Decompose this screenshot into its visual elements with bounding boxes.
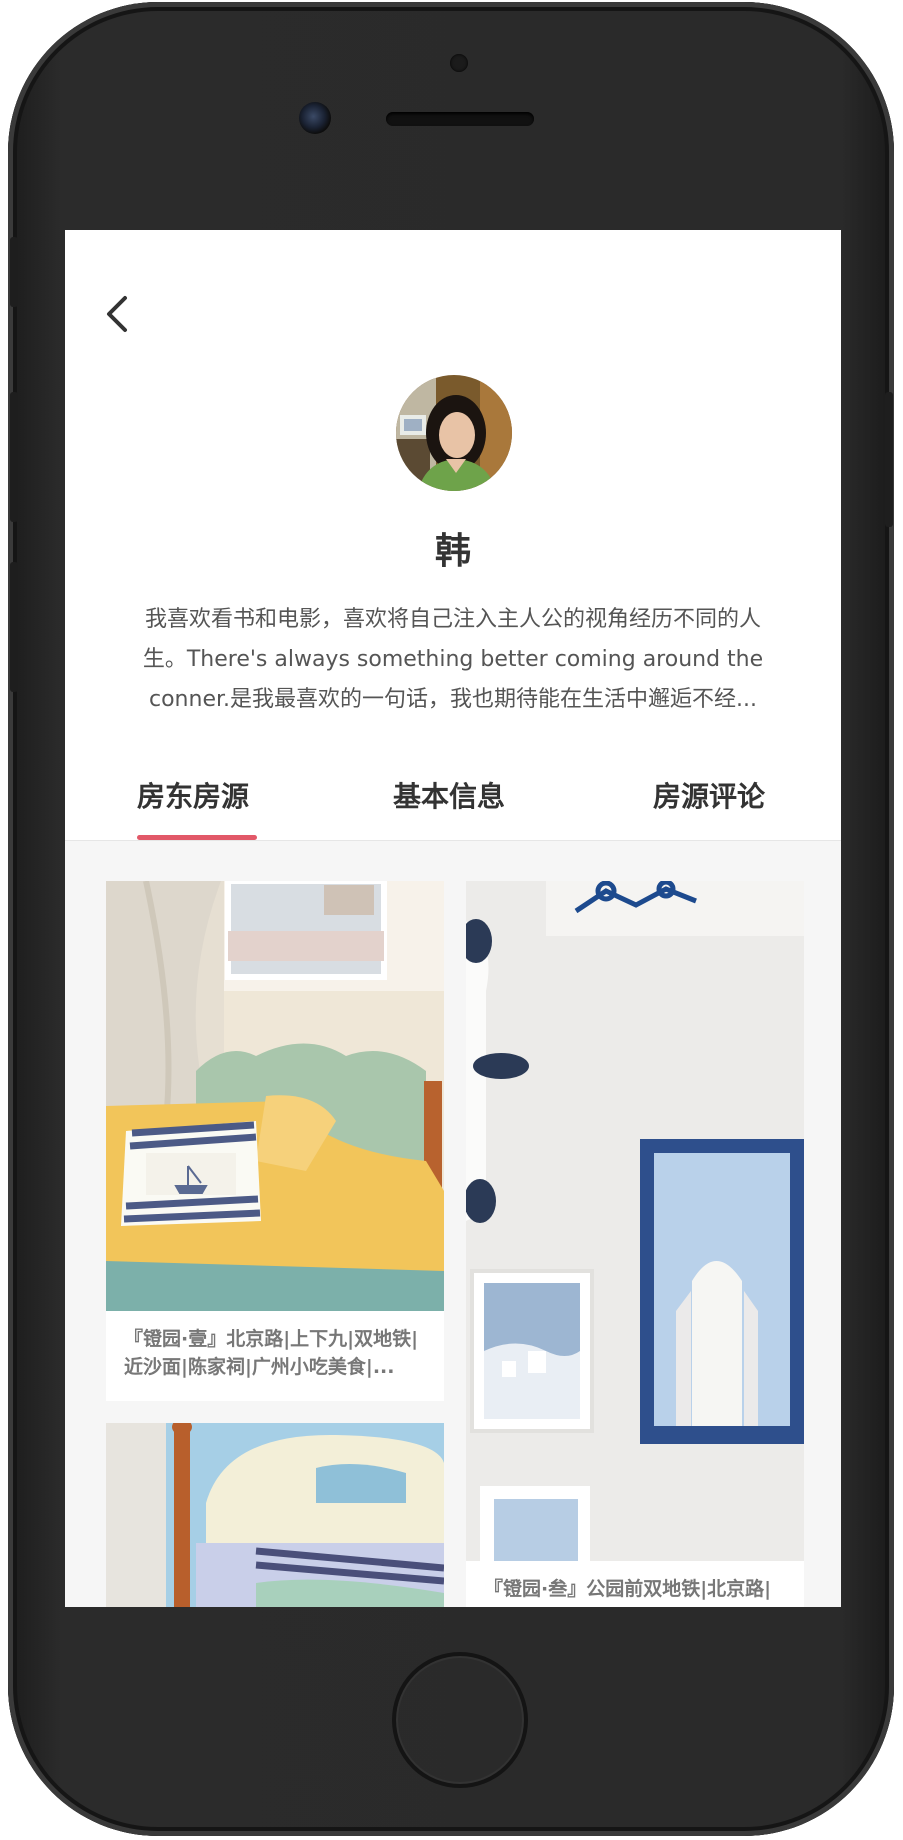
listing-photo [466, 881, 804, 1561]
listing-card[interactable]: 『镫园·叁』公园前双地铁|北京路| [466, 881, 804, 1607]
front-camera [299, 102, 331, 134]
proximity-sensor [450, 54, 468, 72]
listing-photo [106, 881, 444, 1311]
host-avatar[interactable] [396, 375, 512, 491]
listing-caption: 『镫园·叁』公园前双地铁|北京路| [484, 1578, 772, 1600]
listing-card[interactable] [106, 1423, 444, 1607]
listing-caption: 『镫园·壹』北京路|上下九|双地铁|近沙面|陈家祠|广州小吃美食|... [124, 1328, 419, 1378]
listing-card[interactable]: 『镫园·壹』北京路|上下九|双地铁|近沙面|陈家祠|广州小吃美食|... [106, 881, 444, 1401]
host-name: 韩 [434, 531, 471, 572]
listing-photo [106, 1423, 444, 1607]
mute-switch [10, 237, 18, 307]
home-button[interactable] [392, 1652, 528, 1788]
chevron-left-icon [107, 296, 127, 332]
tab-host-listings[interactable]: 房东房源 [137, 775, 249, 815]
tab-bar: 房东房源 基本信息 房源评论 [65, 775, 841, 841]
host-bio: 我喜欢看书和电影，喜欢将自己注入主人公的视角经历不同的人生。There's al… [142, 607, 764, 712]
back-button[interactable] [99, 290, 135, 338]
listing-grid: 『镫园·壹』北京路|上下九|双地铁|近沙面|陈家祠|广州小吃美食|... 『镫园… [65, 841, 841, 1607]
volume-down-button [10, 562, 18, 692]
active-tab-indicator [137, 835, 257, 840]
tab-listing-reviews[interactable]: 房源评论 [653, 775, 765, 815]
earpiece-speaker [386, 112, 534, 126]
volume-up-button [10, 392, 18, 522]
tab-basic-info[interactable]: 基本信息 [393, 775, 505, 815]
app-screen: 韩 我喜欢看书和电影，喜欢将自己注入主人公的视角经历不同的人生。There's … [65, 230, 841, 1607]
power-button [885, 392, 893, 527]
